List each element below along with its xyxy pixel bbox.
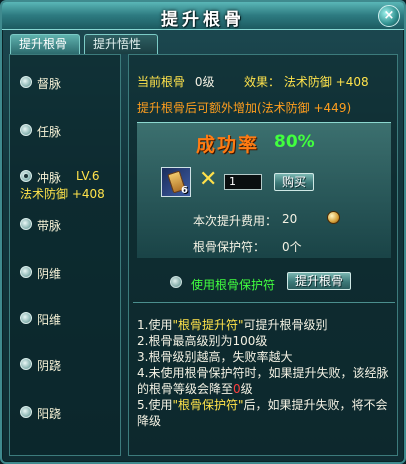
- note-3: 3.根骨级别越高，失败率越大: [137, 350, 293, 364]
- effect-value: 法术防御 +408: [283, 75, 369, 89]
- use-protect-checkbox[interactable]: [170, 276, 182, 288]
- tab-upgrade-insight[interactable]: 提升悟性: [84, 34, 158, 54]
- note-text: 5.使用: [137, 398, 173, 412]
- rules-notes: 1.使用"根骨提升符"可提升根骨级别 2.根骨最高级别为100级 3.根骨级别越…: [137, 317, 391, 429]
- use-protect-label[interactable]: 使用根骨保护符: [191, 276, 275, 293]
- multiply-icon: ✕: [199, 167, 218, 192]
- upgrade-root-button[interactable]: 提升根骨: [287, 272, 351, 290]
- note-5c: 降级: [137, 414, 162, 428]
- note-highlight: "根骨提升符": [172, 318, 244, 332]
- note-2: 2.根骨最高级别为100级: [137, 334, 268, 348]
- note-5: 5.使用"根骨保护符"后，如果提升失败，将不会: [137, 397, 391, 413]
- divider: [133, 302, 395, 303]
- titlebar[interactable]: 提升根骨 ×: [2, 2, 404, 30]
- meridian-label: 阳维: [37, 313, 62, 327]
- coin-icon: [327, 211, 340, 224]
- note-text: 后，如果提升失败，将不会: [243, 398, 388, 412]
- radio-icon[interactable]: [20, 266, 32, 278]
- note-4a: 4.未使用根骨保护符时，如果提升失败，该经脉: [137, 366, 389, 380]
- note-1: 1.使用"根骨提升符"可提升根骨级别: [137, 317, 391, 333]
- radio-icon[interactable]: [20, 218, 32, 230]
- note-4b: 的根骨等级会降至0级: [137, 381, 391, 397]
- radio-icon[interactable]: [20, 76, 32, 88]
- note-red: 0: [233, 382, 241, 396]
- meridian-label: 阳跷: [37, 407, 62, 421]
- note-text: 1.使用: [137, 318, 173, 332]
- meridian-label: 督脉: [37, 77, 62, 91]
- protect-label: 根骨保护符：: [193, 240, 266, 254]
- radio-icon[interactable]: [20, 124, 32, 136]
- note-text: 的根骨等级会降至: [137, 382, 234, 396]
- cost-label: 本次提升费用：: [193, 214, 278, 228]
- quantity-input[interactable]: 1: [224, 174, 262, 190]
- scroll-item-icon[interactable]: 6: [161, 167, 191, 197]
- meridian-list: 督脉 任脉 冲脉 LV.6 法术防御 +408 带脉 阴维 阳维 阴跷 阳跷: [9, 54, 121, 456]
- radio-icon[interactable]: [20, 406, 32, 418]
- effect-row: 效果： 法术防御 +408: [244, 73, 369, 90]
- radio-icon[interactable]: [20, 358, 32, 370]
- note-text: 级: [240, 382, 253, 396]
- current-level-row: 当前根骨 0级: [137, 73, 214, 90]
- protect-value: 0个: [282, 240, 302, 254]
- buy-button[interactable]: 购买: [274, 173, 314, 191]
- cost-value: 20: [282, 212, 298, 226]
- radio-icon[interactable]: [20, 312, 32, 324]
- bonus-text: 提升根骨后可额外增加(法术防御 +449): [137, 101, 352, 115]
- success-rate-title: 成功率: [196, 134, 260, 156]
- close-icon[interactable]: ×: [378, 5, 400, 27]
- note-text: 可提升根骨级别: [243, 318, 328, 332]
- window-title: 提升根骨: [161, 10, 245, 30]
- meridian-label: 阴维: [37, 267, 62, 281]
- current-level-label: 当前根骨: [137, 75, 186, 89]
- current-level-value: 0级: [194, 75, 215, 89]
- meridian-label: 冲脉: [37, 171, 62, 185]
- tab-upgrade-root[interactable]: 提升根骨: [10, 34, 80, 54]
- meridian-label: 任脉: [37, 125, 62, 139]
- meridian-label: 带脉: [37, 219, 62, 233]
- meridian-label: 阴跷: [37, 359, 62, 373]
- effect-label: 效果：: [244, 75, 281, 89]
- item-count: 6: [181, 185, 188, 196]
- radio-checked-icon[interactable]: [20, 170, 32, 182]
- note-highlight: "根骨保护符": [172, 398, 244, 412]
- meridian-effect: 法术防御 +408: [20, 187, 105, 201]
- success-rate-value: 80%: [274, 132, 315, 152]
- meridian-level: LV.6: [76, 169, 100, 183]
